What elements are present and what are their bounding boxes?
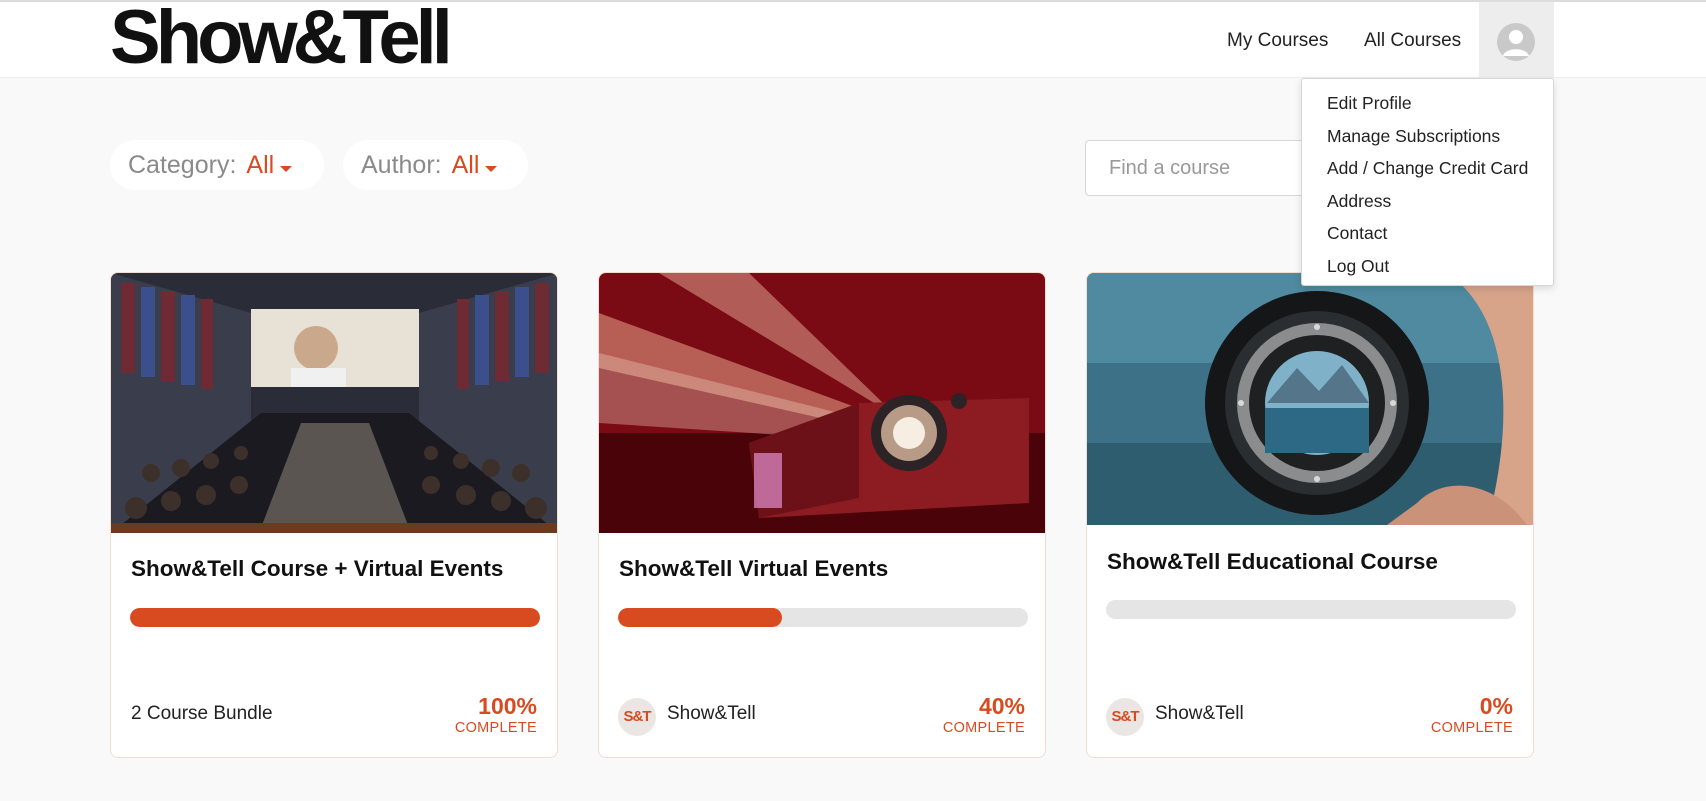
category-filter[interactable]: Category: All xyxy=(110,140,324,190)
completion-label: COMPLETE xyxy=(454,720,537,736)
completion-percent: 40% xyxy=(978,693,1025,719)
progress-fill xyxy=(618,608,782,627)
progress-fill xyxy=(130,608,540,627)
nav-my-courses[interactable]: My Courses xyxy=(1227,30,1328,52)
course-card[interactable]: Show&Tell Course + Virtual Events 2 Cour… xyxy=(110,272,558,758)
course-title[interactable]: Show&Tell Educational Course xyxy=(1107,549,1438,575)
author-name: Show&Tell xyxy=(1155,703,1244,724)
site-header: Show&Tell My Courses All Courses xyxy=(0,0,1706,78)
menu-item-log-out[interactable]: Log Out xyxy=(1302,250,1553,283)
category-filter-label: Category: xyxy=(128,151,237,179)
author-name: Show&Tell xyxy=(667,703,756,724)
menu-item-address[interactable]: Address xyxy=(1302,185,1553,218)
user-menu-toggle[interactable] xyxy=(1479,2,1554,78)
course-image-projector[interactable] xyxy=(599,273,1045,533)
author-avatar: S&T xyxy=(618,698,656,736)
menu-item-edit-profile[interactable]: Edit Profile xyxy=(1302,87,1553,120)
completion-percent: 0% xyxy=(1479,693,1513,719)
completion-label: COMPLETE xyxy=(942,720,1025,736)
course-search-input[interactable] xyxy=(1085,140,1325,196)
category-filter-value[interactable]: All xyxy=(246,151,274,179)
nav-all-courses[interactable]: All Courses xyxy=(1364,30,1461,52)
user-dropdown-menu: Edit Profile Manage Subscriptions Add / … xyxy=(1301,78,1554,286)
course-title[interactable]: Show&Tell Virtual Events xyxy=(619,556,888,582)
bundle-label: 2 Course Bundle xyxy=(131,703,273,724)
course-image-lens[interactable] xyxy=(1087,273,1533,525)
menu-item-manage-subscriptions[interactable]: Manage Subscriptions xyxy=(1302,120,1553,153)
caret-down-icon xyxy=(280,165,293,172)
author-avatar: S&T xyxy=(1106,698,1144,736)
site-logo[interactable]: Show&Tell xyxy=(110,0,453,78)
course-progress-bar xyxy=(618,608,1028,627)
author-filter[interactable]: Author: All xyxy=(343,140,528,190)
course-card[interactable]: Show&Tell Virtual Events S&T Show&Tell 4… xyxy=(598,272,1046,758)
menu-item-contact[interactable]: Contact xyxy=(1302,217,1553,250)
author-filter-label: Author: xyxy=(361,151,442,179)
menu-item-credit-card[interactable]: Add / Change Credit Card xyxy=(1302,152,1553,185)
course-progress-bar xyxy=(130,608,540,627)
user-avatar-icon xyxy=(1497,23,1535,61)
completion-label: COMPLETE xyxy=(1430,720,1513,736)
course-title[interactable]: Show&Tell Course + Virtual Events xyxy=(131,556,503,582)
course-progress-bar xyxy=(1106,600,1516,619)
completion-percent: 100% xyxy=(478,693,537,719)
course-card[interactable]: Show&Tell Educational Course S&T Show&Te… xyxy=(1086,272,1534,758)
author-filter-value[interactable]: All xyxy=(452,151,480,179)
course-image-cinema[interactable] xyxy=(111,273,557,533)
caret-down-icon xyxy=(485,165,498,172)
